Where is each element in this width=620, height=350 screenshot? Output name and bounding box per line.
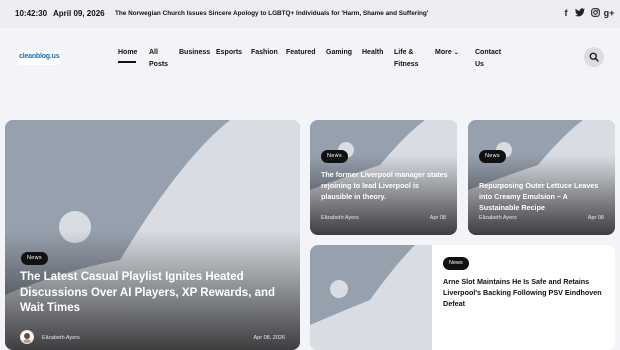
- nav-contact-us[interactable]: Contact Us: [475, 47, 501, 71]
- nav-life-fitness-line1: Life &: [394, 49, 414, 56]
- current-date: April 09, 2026: [53, 9, 105, 18]
- nav-health[interactable]: Health: [362, 47, 383, 59]
- nav-active-indicator: [118, 61, 136, 63]
- nav-featured[interactable]: Featured: [286, 47, 316, 59]
- category-badge[interactable]: News: [321, 150, 348, 163]
- post-author[interactable]: Elizabeth Ayers: [479, 215, 517, 221]
- post-date: Apr 08: [587, 215, 604, 221]
- nav-contact-line1: Contact: [475, 49, 502, 56]
- post-card-horizontal[interactable]: News Arne Slot Maintains He Is Safe and …: [310, 245, 615, 350]
- category-badge[interactable]: News: [443, 257, 469, 270]
- nav-fashion-label: Fashion: [251, 49, 278, 56]
- logo-text: cleanblog.us: [19, 53, 60, 60]
- nav-all-posts-line2: Posts: [149, 61, 169, 68]
- post-date: Apr 08: [429, 215, 446, 221]
- nav-business[interactable]: Business: [179, 47, 210, 59]
- nav-home-label: Home: [118, 49, 138, 56]
- nav-featured-label: Featured: [286, 49, 316, 56]
- post-author[interactable]: Elizabeth Ayers: [42, 335, 80, 341]
- nav-life-fitness-line2: Fitness: [394, 61, 419, 68]
- post-title[interactable]: The Latest Casual Playlist Ignites Heate…: [20, 270, 285, 317]
- nav-home[interactable]: Home: [118, 47, 137, 59]
- search-button[interactable]: [584, 47, 604, 67]
- google-plus-icon[interactable]: g+: [603, 8, 615, 20]
- instagram-icon[interactable]: [589, 8, 601, 20]
- post-title[interactable]: The former Liverpool manager states rejo…: [321, 169, 451, 202]
- nav-health-label: Health: [362, 49, 384, 56]
- nav-gaming[interactable]: Gaming: [326, 47, 352, 59]
- site-header: cleanblog.us Home All Posts Business Espo…: [0, 28, 620, 90]
- nav-more-label: More: [435, 49, 452, 56]
- clock-time: 10:42:30: [15, 9, 48, 18]
- nav-all-posts-line1: All: [149, 49, 158, 56]
- chevron-down-icon: ⌄: [453, 50, 459, 56]
- post-card[interactable]: News Repurposing Outer Lettuce Leaves in…: [468, 120, 615, 235]
- featured-post-card[interactable]: News The Latest Casual Playlist Ignites …: [5, 120, 300, 350]
- nav-contact-line2: Us: [475, 61, 484, 68]
- facebook-icon[interactable]: f: [560, 8, 572, 20]
- nav-all-posts[interactable]: All Posts: [149, 47, 168, 71]
- nav-business-label: Business: [179, 49, 211, 56]
- author-avatar[interactable]: [20, 330, 34, 344]
- post-title[interactable]: Repurposing Outer Lettuce Leaves into Cr…: [479, 180, 609, 213]
- search-icon: [589, 52, 599, 62]
- news-ticker[interactable]: The Norwegian Church Issues Sincere Apol…: [115, 10, 428, 17]
- nav-more[interactable]: More ⌄: [435, 47, 459, 59]
- nav-esports[interactable]: Esports: [216, 47, 242, 59]
- post-title[interactable]: Arne Slot Maintains He Is Safe and Retai…: [443, 276, 608, 309]
- site-logo[interactable]: cleanblog.us: [17, 51, 60, 65]
- image-placeholder: [310, 245, 432, 350]
- top-bar: 10:42:30 April 09, 2026 The Norwegian Ch…: [0, 0, 620, 28]
- category-badge[interactable]: News: [479, 150, 506, 163]
- twitter-icon[interactable]: [574, 8, 586, 20]
- category-badge[interactable]: News: [21, 252, 48, 265]
- post-date: Apr 08, 2026: [253, 335, 286, 341]
- nav-life-fitness[interactable]: Life & Fitness: [394, 47, 419, 71]
- post-card[interactable]: News The former Liverpool manager states…: [310, 120, 457, 235]
- nav-fashion[interactable]: Fashion: [251, 47, 278, 59]
- nav-gaming-label: Gaming: [326, 49, 353, 56]
- post-author[interactable]: Elizabeth Ayers: [321, 215, 359, 221]
- nav-esports-label: Esports: [216, 49, 243, 56]
